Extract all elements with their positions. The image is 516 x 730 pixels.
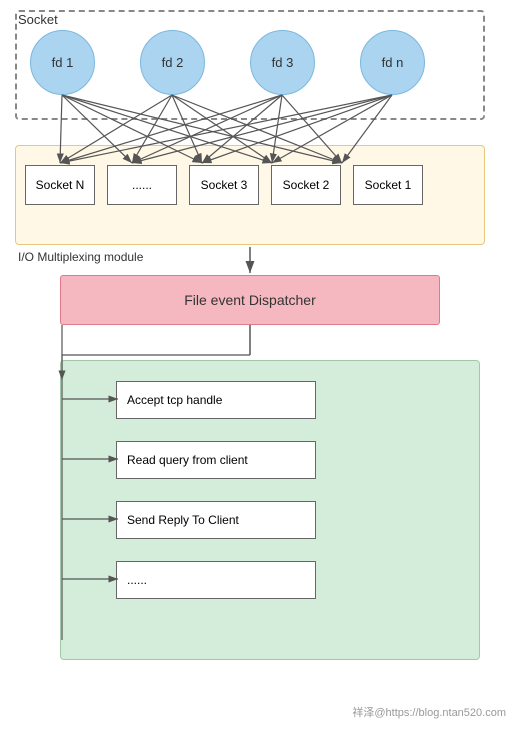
fd-circle-2: fd 2 [140,30,205,95]
diagram-container: Socket fd 1 fd 2 fd 3 fd n Socket N ....… [0,0,516,730]
handler-dots: ...... [116,561,316,599]
socket-item-2: Socket 2 [271,165,341,205]
fd-circle-3: fd 3 [250,30,315,95]
socket-item-3: Socket 3 [189,165,259,205]
fd-circles: fd 1 fd 2 fd 3 fd n [30,30,425,95]
socket-item-n: Socket N [25,165,95,205]
dispatcher-box: File event Dispatcher [60,275,440,325]
handler-reply: Send Reply To Client [116,501,316,539]
fd-circle-1: fd 1 [30,30,95,95]
socket-items: Socket N ...... Socket 3 Socket 2 Socket… [25,165,423,205]
io-module-label: I/O Multiplexing module [18,250,143,264]
socket-label: Socket [18,12,58,27]
dispatcher-label: File event Dispatcher [184,292,316,308]
socket-item-1: Socket 1 [353,165,423,205]
handler-read: Read query from client [116,441,316,479]
fd-circle-4: fd n [360,30,425,95]
handler-accept: Accept tcp handle [116,381,316,419]
socket-item-dots: ...... [107,165,177,205]
watermark: 祥泽@https://blog.ntan520.com [352,704,506,720]
handlers-box: Accept tcp handle Read query from client… [60,360,480,660]
